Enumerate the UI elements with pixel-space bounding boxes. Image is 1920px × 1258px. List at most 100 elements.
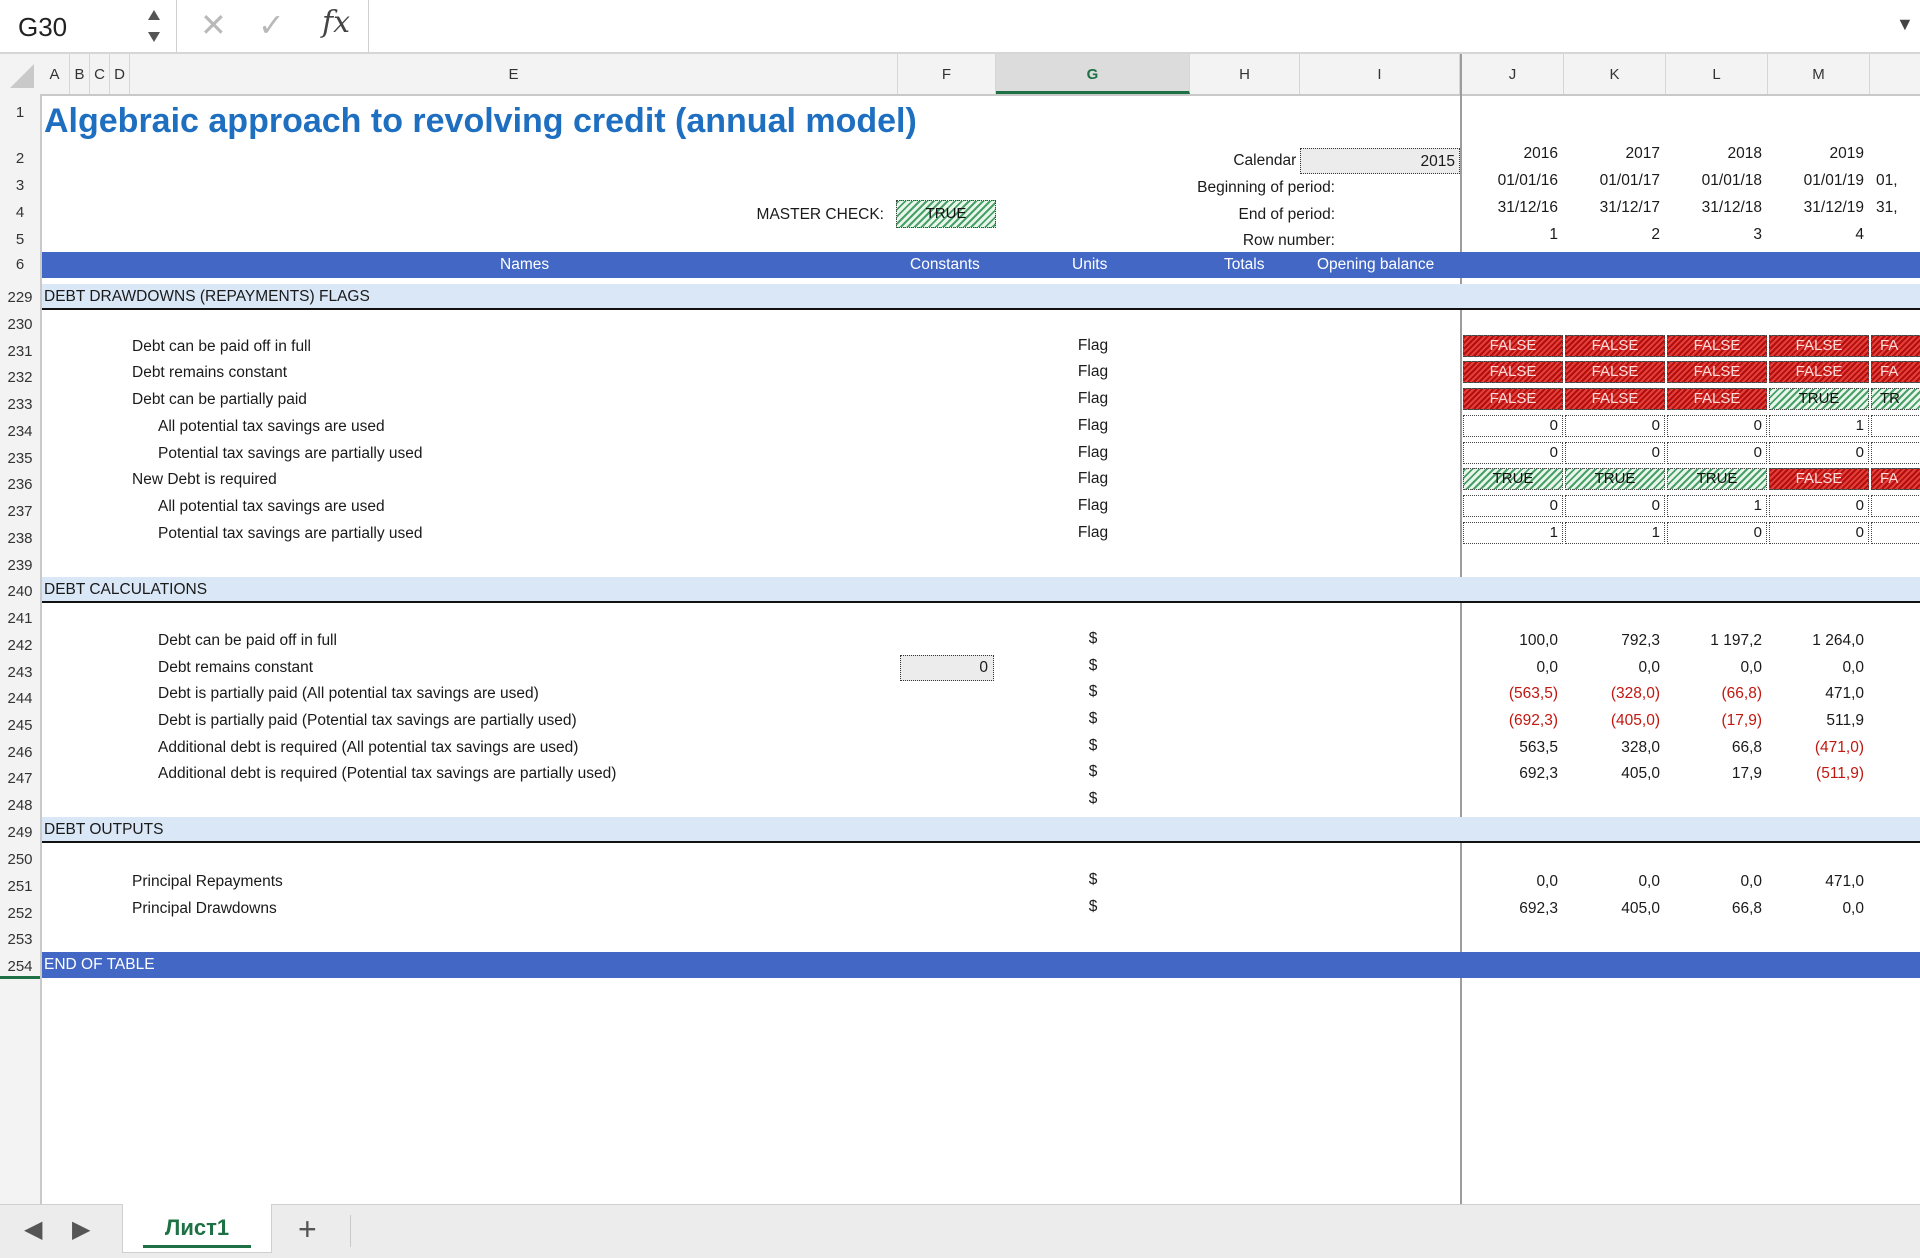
flag-value-k[interactable]: 0 [1565,415,1665,437]
flag-value-j[interactable]: FALSE [1463,361,1563,383]
column-header-a[interactable]: A [40,54,70,94]
previous-sheet-icon[interactable]: ◀ [24,1215,42,1244]
insert-function-icon[interactable]: fx [322,5,350,40]
flag-value-n-partial[interactable]: FA [1871,468,1920,490]
calc-value-m[interactable]: 0,0 [1768,659,1864,677]
row-header-241[interactable]: 241 [0,604,40,631]
column-header-m[interactable]: M [1768,54,1870,94]
row-header-249[interactable]: 249 [0,818,40,845]
calc-value-l[interactable]: 0,0 [1666,659,1762,677]
row-header-233[interactable]: 233 [0,390,40,417]
row-header-253[interactable]: 253 [0,925,40,952]
calc-value-k[interactable]: (405,0) [1564,712,1660,730]
name-box[interactable]: G30 [18,12,67,43]
enter-icon[interactable]: ✓ [258,6,285,44]
column-header-i[interactable]: I [1300,54,1460,94]
row-header-240[interactable]: 240 [0,577,40,604]
row-header-250[interactable]: 250 [0,845,40,872]
cancel-icon[interactable]: ✕ [200,6,227,44]
flag-value-l[interactable]: FALSE [1667,335,1767,357]
flag-value-m[interactable]: FALSE [1769,468,1869,490]
row-header-236[interactable]: 236 [0,470,40,497]
calc-value-j[interactable]: 692,3 [1462,765,1558,783]
flag-value-l[interactable]: 0 [1667,415,1767,437]
expand-formula-bar-icon[interactable]: ▼ [1896,14,1914,35]
row-header-254[interactable]: 254 [0,952,40,979]
output-value-l[interactable]: 0,0 [1666,873,1762,891]
flag-value-n-partial[interactable] [1871,522,1920,544]
flag-value-k[interactable]: 1 [1565,522,1665,544]
row-header-5[interactable]: 5 [0,225,40,252]
column-header-j[interactable]: J [1462,54,1564,94]
calc-value-l[interactable]: (17,9) [1666,712,1763,730]
column-header-n[interactable] [1870,54,1920,94]
calc-value-j[interactable]: 563,5 [1462,739,1558,757]
column-header-h[interactable]: H [1190,54,1300,94]
output-value-k[interactable]: 405,0 [1564,900,1660,918]
flag-value-l[interactable]: 0 [1667,442,1767,464]
flag-value-k[interactable]: TRUE [1565,468,1665,490]
flag-value-m[interactable]: TRUE [1769,388,1869,410]
flag-value-l[interactable]: FALSE [1667,361,1767,383]
output-value-m[interactable]: 471,0 [1768,873,1864,891]
flag-value-l[interactable]: 1 [1667,495,1767,517]
row-header-229[interactable]: 229 [0,283,40,310]
calc-value-m[interactable]: 511,9 [1768,712,1864,730]
column-header-c[interactable]: C [90,54,110,94]
column-header-k[interactable]: K [1564,54,1666,94]
column-header-b[interactable]: B [70,54,90,94]
row-header-245[interactable]: 245 [0,711,40,738]
row-header-251[interactable]: 251 [0,872,40,899]
calc-value-m[interactable]: 1 264,0 [1768,632,1864,650]
output-value-j[interactable]: 692,3 [1462,900,1558,918]
row-header-4[interactable]: 4 [0,198,40,225]
calc-value-k[interactable]: 0,0 [1564,659,1660,677]
row-header-234[interactable]: 234 [0,417,40,444]
row-header-243[interactable]: 243 [0,658,40,685]
flag-value-k[interactable]: FALSE [1565,361,1665,383]
row-header-246[interactable]: 246 [0,738,40,765]
calc-value-j[interactable]: 100,0 [1462,632,1558,650]
flag-value-j[interactable]: 1 [1463,522,1563,544]
row-header-247[interactable]: 247 [0,764,40,791]
column-header-f[interactable]: F [898,54,996,94]
flag-value-m[interactable]: 1 [1769,415,1869,437]
flag-value-m[interactable]: 0 [1769,522,1869,544]
row-header-244[interactable]: 244 [0,684,40,711]
flag-value-l[interactable]: TRUE [1667,468,1767,490]
row-header-235[interactable]: 235 [0,444,40,471]
row-header-2[interactable]: 2 [0,144,40,171]
calc-value-k[interactable]: 405,0 [1564,765,1660,783]
master-check-value[interactable]: TRUE [896,200,996,228]
flag-value-j[interactable]: FALSE [1463,335,1563,357]
calc-value-k[interactable]: 792,3 [1564,632,1660,650]
calc-value-k[interactable]: (328,0) [1564,685,1660,703]
flag-value-n-partial[interactable] [1871,442,1920,464]
column-header-g[interactable]: G [996,54,1190,94]
row-header-239[interactable]: 239 [0,551,40,578]
row-header-6[interactable]: 6 [0,250,40,277]
calc-value-j[interactable]: (563,5) [1462,685,1558,703]
column-header-d[interactable]: D [110,54,130,94]
flag-value-l[interactable]: 0 [1667,522,1767,544]
calc-value-l[interactable]: 1 197,2 [1666,632,1762,650]
calc-value-k[interactable]: 328,0 [1564,739,1660,757]
flag-value-n-partial[interactable] [1871,415,1920,437]
row-header-232[interactable]: 232 [0,363,40,390]
flag-value-l[interactable]: FALSE [1667,388,1767,410]
formula-input[interactable] [380,12,1860,40]
row-header-230[interactable]: 230 [0,310,40,337]
output-value-l[interactable]: 66,8 [1666,900,1762,918]
flag-value-j[interactable]: TRUE [1463,468,1563,490]
flag-value-k[interactable]: 0 [1565,495,1665,517]
sheet-grid[interactable]: Algebraic approach to revolving credit (… [42,94,1920,1204]
row-header-3[interactable]: 3 [0,171,40,198]
calc-value-m[interactable]: (511,9) [1768,765,1864,783]
sheet-tab-list1[interactable]: Лист1 [122,1204,272,1253]
row-header-1[interactable]: 1 [0,98,40,125]
column-header-e[interactable]: E [130,54,898,94]
calc-value-l[interactable]: (66,8) [1666,685,1763,703]
flag-value-n-partial[interactable]: FA [1871,361,1920,383]
add-sheet-icon[interactable]: + [298,1211,317,1248]
output-value-j[interactable]: 0,0 [1462,873,1558,891]
